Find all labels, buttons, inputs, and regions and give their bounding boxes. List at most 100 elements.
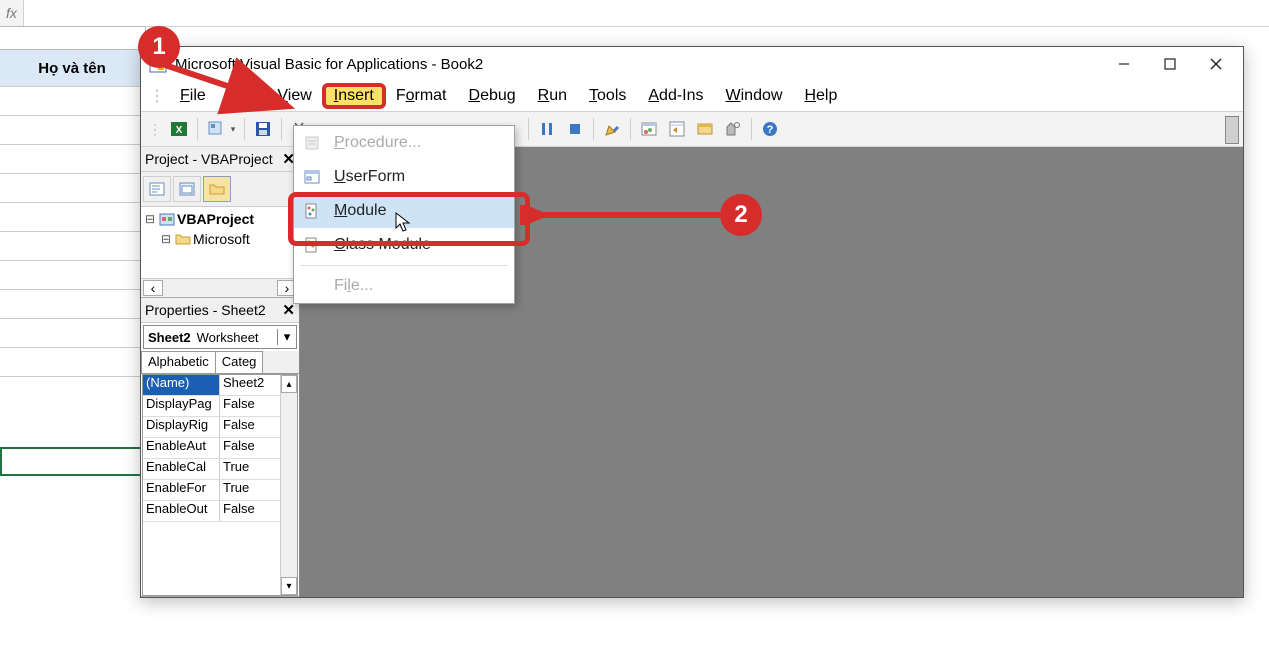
project-pane-title: Project - VBAProject ✕ (141, 147, 299, 172)
property-row[interactable]: EnableAutFalse (143, 438, 281, 459)
property-row[interactable]: DisplayPagFalse (143, 396, 281, 417)
property-name: EnableCal (143, 459, 220, 479)
menu-insert[interactable]: Insert (322, 83, 386, 109)
reset-icon[interactable] (562, 116, 588, 142)
menubar: ⋮ File Edit View Insert Format Debug Run… (141, 81, 1243, 111)
maximize-button[interactable] (1147, 47, 1193, 81)
insert-dropdown-arrow[interactable]: ▾ (228, 124, 238, 135)
excel-cell[interactable] (0, 203, 145, 232)
menuitem-procedure[interactable]: Procedure... (294, 126, 514, 160)
property-name: EnableFor (143, 480, 220, 500)
property-row[interactable]: EnableOutFalse (143, 501, 281, 522)
save-icon[interactable] (250, 116, 276, 142)
property-name: EnableOut (143, 501, 220, 521)
excel-cell[interactable] (0, 290, 145, 319)
property-name: DisplayPag (143, 396, 220, 416)
tab-alphabetic[interactable]: Alphabetic (141, 351, 216, 373)
menu-view[interactable]: View (266, 84, 322, 108)
property-value[interactable]: True (220, 480, 281, 500)
folder-icon (175, 231, 191, 247)
property-name: (Name) (143, 375, 220, 395)
toolbox-icon[interactable] (720, 116, 746, 142)
excel-selected-cell[interactable] (0, 447, 145, 476)
help-icon[interactable]: ? (757, 116, 783, 142)
properties-tabs: Alphabetic Categ (141, 351, 299, 374)
design-mode-icon[interactable] (599, 116, 625, 142)
excel-cell[interactable] (0, 348, 145, 377)
view-code-icon[interactable] (143, 176, 171, 202)
properties-window-icon[interactable] (664, 116, 690, 142)
formula-input[interactable] (24, 0, 1269, 26)
excel-cell[interactable] (0, 116, 145, 145)
excel-cell[interactable] (0, 87, 145, 116)
menu-debug[interactable]: Debug (458, 84, 527, 108)
properties-pane-title: Properties - Sheet2 ✕ (141, 298, 299, 323)
menu-addins[interactable]: Add-Ins (637, 84, 714, 108)
menuitem-file[interactable]: File... (294, 269, 514, 303)
toolbar-grip: ⋮ (145, 121, 165, 138)
property-value[interactable]: Sheet2 (220, 375, 281, 395)
callout-badge-1: 1 (138, 26, 180, 68)
tree-folder[interactable]: ⊟ Microsoft (143, 229, 297, 249)
scroll-left-icon[interactable]: ‹ (143, 280, 163, 296)
menubar-grip: ⋮ (145, 86, 169, 106)
property-value[interactable]: False (220, 396, 281, 416)
toggle-folders-icon[interactable] (203, 176, 231, 202)
svg-text:?: ? (767, 124, 774, 136)
break-icon[interactable] (534, 116, 560, 142)
properties-object-selector[interactable]: Sheet2 Worksheet ▾ (143, 325, 297, 349)
close-button[interactable] (1193, 47, 1239, 81)
menu-tools[interactable]: Tools (578, 84, 637, 108)
properties-grid[interactable]: (Name)Sheet2DisplayPagFalseDisplayRigFal… (142, 374, 298, 596)
project-tree[interactable]: ⊟ VBAProject ⊟ Microsoft (141, 207, 299, 278)
excel-cell[interactable] (0, 319, 145, 348)
excel-formula-bar: fx (0, 0, 1269, 27)
scroll-up-icon[interactable]: ▴ (281, 375, 297, 393)
file-icon (302, 276, 322, 296)
property-value[interactable]: False (220, 438, 281, 458)
property-value[interactable]: False (220, 417, 281, 437)
excel-cell[interactable] (0, 261, 145, 290)
object-browser-icon[interactable] (692, 116, 718, 142)
excel-col-header-row (0, 27, 145, 50)
toolbar-overflow[interactable] (1225, 116, 1239, 144)
excel-sheet-fragment: Họ và tên (0, 26, 146, 587)
project-hscroll[interactable]: ‹ › (141, 278, 299, 297)
svg-text:X: X (176, 125, 183, 136)
tree-root[interactable]: ⊟ VBAProject (143, 209, 297, 229)
project-explorer-icon[interactable] (636, 116, 662, 142)
scroll-down-icon[interactable]: ▾ (281, 577, 297, 595)
window-titlebar[interactable]: Microsoft Visual Basic for Applications … (141, 47, 1243, 81)
dropdown-arrow-icon[interactable]: ▾ (277, 329, 296, 345)
property-value[interactable]: False (220, 501, 281, 521)
menu-window[interactable]: Window (715, 84, 794, 108)
module-icon (302, 201, 322, 221)
minimize-button[interactable] (1101, 47, 1147, 81)
menu-format[interactable]: Format (385, 84, 458, 108)
menuitem-userform[interactable]: UserForm (294, 160, 514, 194)
property-row[interactable]: (Name)Sheet2 (143, 375, 281, 396)
menuitem-module[interactable]: Module (294, 194, 514, 228)
excel-cell[interactable] (0, 232, 145, 261)
view-object-icon[interactable] (173, 176, 201, 202)
menu-run[interactable]: Run (527, 84, 578, 108)
excel-cell[interactable] (0, 174, 145, 203)
menu-help[interactable]: Help (793, 84, 848, 108)
excel-cell[interactable] (0, 145, 145, 174)
menuitem-class-module[interactable]: Class Module (294, 228, 514, 262)
property-row[interactable]: EnableCalTrue (143, 459, 281, 480)
property-value[interactable]: True (220, 459, 281, 479)
property-row[interactable]: DisplayRigFalse (143, 417, 281, 438)
excel-header-cell[interactable]: Họ và tên (0, 50, 145, 87)
view-excel-icon[interactable]: X (166, 116, 192, 142)
project-toolbar (141, 172, 299, 207)
property-name: EnableAut (143, 438, 220, 458)
properties-vscroll[interactable]: ▴ ▾ (280, 375, 297, 595)
insert-dropdown-icon[interactable] (203, 116, 229, 142)
menu-edit[interactable]: Edit (217, 84, 267, 108)
tab-categorized[interactable]: Categ (215, 351, 264, 373)
menu-file[interactable]: File (169, 84, 217, 108)
property-row[interactable]: EnableForTrue (143, 480, 281, 501)
class-module-icon (302, 235, 322, 255)
project-icon (159, 211, 175, 227)
